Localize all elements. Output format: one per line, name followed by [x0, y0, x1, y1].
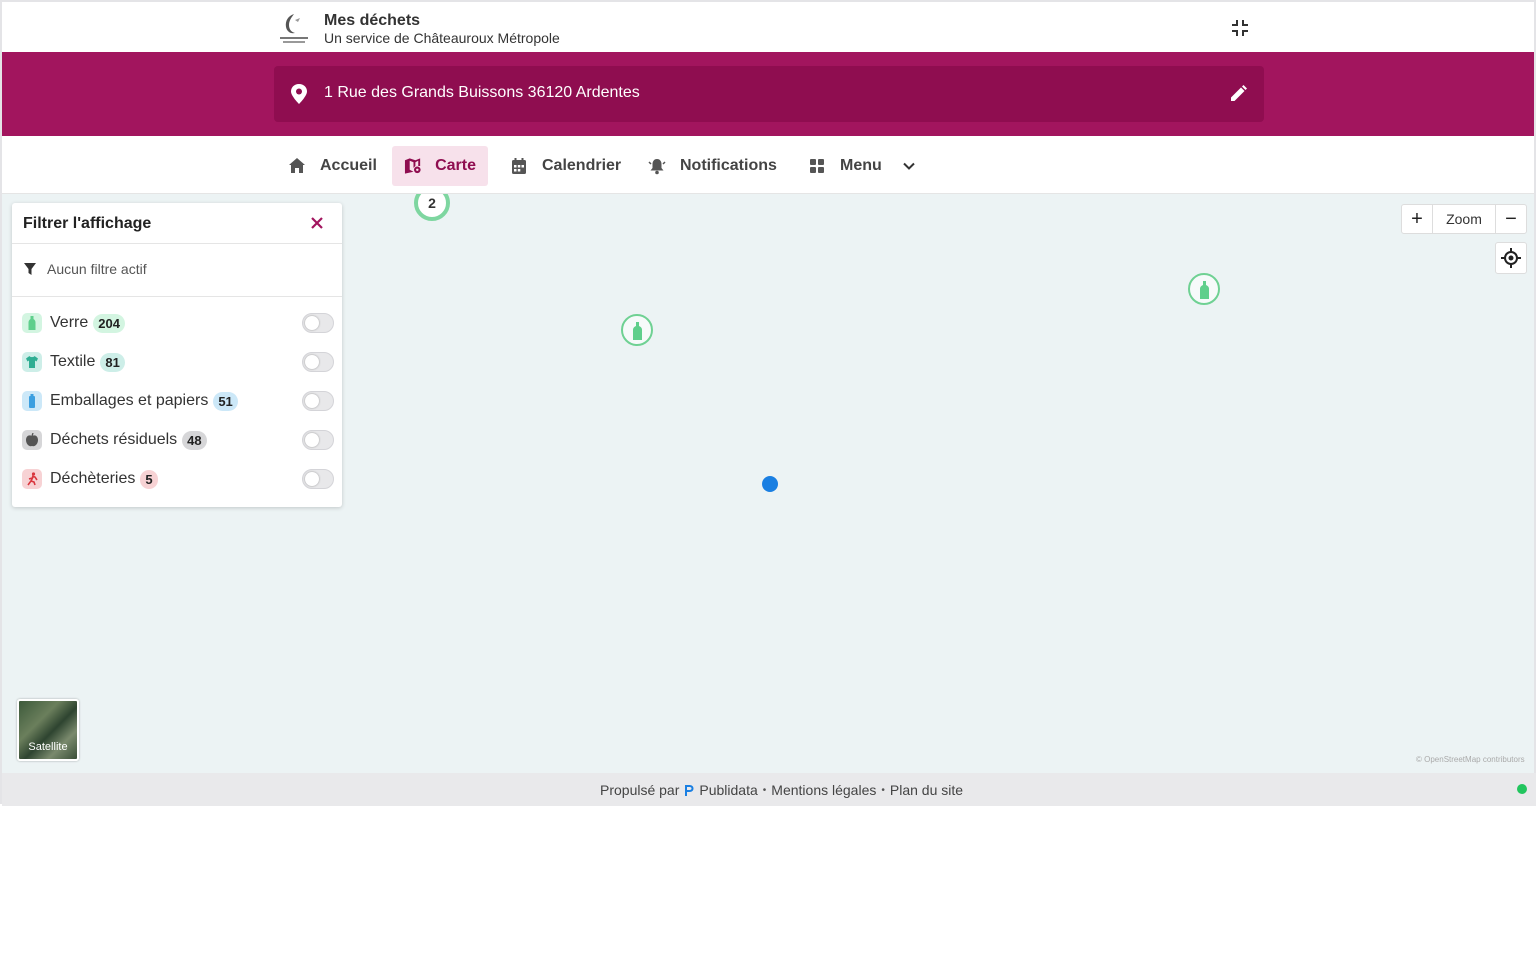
filter-panel-title: Filtrer l'affichage	[23, 215, 152, 232]
category-count-badge: 81	[100, 352, 125, 372]
address-text: 1 Rue des Grands Buissons 36120 Ardentes	[324, 84, 640, 101]
address-selector[interactable]: 1 Rue des Grands Buissons 36120 Ardentes	[274, 66, 1264, 122]
sitemap-link[interactable]: Plan du site	[890, 782, 963, 798]
map-pin-icon	[404, 158, 421, 174]
category-icon-wrap	[22, 469, 42, 489]
recycling-center-icon	[27, 472, 38, 486]
grid-icon	[810, 159, 824, 173]
crosshair-icon	[1501, 248, 1521, 268]
category-dechets-residuels: Déchets résiduels 48	[22, 427, 334, 453]
category-label: Textile	[50, 353, 96, 370]
publidata-link[interactable]: Publidata	[699, 782, 757, 798]
marker-cluster[interactable]: 2	[414, 194, 450, 221]
home-icon	[289, 158, 305, 173]
category-count-badge: 48	[182, 430, 207, 450]
nav-label: Accueil	[320, 157, 377, 174]
category-label: Verre	[50, 314, 89, 331]
nav-item-carte[interactable]: Carte	[392, 146, 488, 186]
category-toggle-verre[interactable]	[302, 313, 334, 333]
footer-separator: •	[762, 784, 767, 796]
close-icon[interactable]	[308, 214, 326, 232]
satellite-layer-toggle[interactable]: Satellite	[17, 699, 79, 761]
zoom-out-button[interactable]: −	[1496, 205, 1526, 233]
category-icon-wrap	[22, 391, 42, 411]
category-decheteries: Déchèteries 5	[22, 466, 334, 492]
footer-links: Propulsé par Publidata • Mentions légale…	[600, 782, 963, 798]
app-title: Mes déchets	[324, 12, 421, 29]
main-navigation: Accueil Carte Calendrier Notifications M…	[2, 136, 1534, 194]
tshirt-icon	[26, 356, 38, 368]
address-band: 1 Rue des Grands Buissons 36120 Ardentes	[2, 52, 1534, 136]
zoom-label: Zoom	[1432, 205, 1496, 233]
divider	[12, 296, 342, 297]
filter-status-text: Aucun filtre actif	[47, 261, 147, 277]
category-toggle-textile[interactable]	[302, 352, 334, 372]
current-location-dot	[762, 476, 778, 492]
status-indicator	[1517, 784, 1527, 794]
apple-core-icon	[26, 433, 38, 447]
nav-item-notifications[interactable]: Notifications	[636, 146, 789, 186]
category-count-badge: 51	[213, 391, 238, 411]
calendar-icon	[512, 158, 526, 174]
locate-me-button[interactable]	[1495, 242, 1527, 274]
category-label: Déchets résiduels	[50, 431, 178, 448]
satellite-label: Satellite	[28, 741, 68, 753]
filter-panel-header: Filtrer l'affichage	[12, 203, 342, 244]
funnel-icon	[24, 263, 36, 275]
top-bar: Mes déchets Un service de Châteauroux Mé…	[2, 2, 1534, 52]
filter-panel: Filtrer l'affichage Aucun filtre actif V…	[12, 203, 342, 507]
filter-status: Aucun filtre actif	[23, 261, 147, 277]
map-attribution: © OpenStreetMap contributors	[1416, 755, 1525, 764]
location-pin-icon	[291, 84, 307, 104]
category-verre: Verre 204	[22, 310, 334, 336]
category-toggle-decheteries[interactable]	[302, 469, 334, 489]
category-icon-wrap	[22, 313, 42, 333]
nav-label: Carte	[435, 157, 476, 174]
category-emballages: Emballages et papiers 51	[22, 388, 334, 414]
nav-item-calendrier[interactable]: Calendrier	[498, 146, 633, 186]
category-icon-wrap	[22, 352, 42, 372]
collapse-icon[interactable]	[1228, 16, 1252, 40]
glass-container-marker[interactable]	[621, 314, 653, 346]
category-label: Déchèteries	[50, 470, 136, 487]
nav-item-accueil[interactable]: Accueil	[276, 146, 389, 186]
packaging-icon	[29, 394, 35, 408]
chateauroux-logo-icon	[280, 14, 308, 43]
zoom-in-button[interactable]: +	[1402, 205, 1432, 233]
nav-label: Menu	[840, 157, 882, 174]
bottle-icon	[633, 322, 642, 340]
category-count-badge: 204	[93, 313, 125, 333]
legal-link[interactable]: Mentions légales	[771, 782, 876, 798]
glass-container-marker[interactable]	[1188, 273, 1220, 305]
footer-separator: •	[881, 784, 885, 796]
nav-label: Notifications	[680, 157, 777, 174]
nav-item-menu[interactable]: Menu	[796, 146, 928, 186]
zoom-control: + Zoom −	[1401, 204, 1527, 234]
chevron-down-icon	[903, 162, 915, 170]
edit-pencil-icon[interactable]	[1228, 84, 1248, 104]
bottle-icon	[1200, 281, 1209, 299]
powered-by-text: Propulsé par	[600, 782, 680, 798]
nav-label: Calendrier	[542, 157, 622, 174]
category-icon-wrap	[22, 430, 42, 450]
bell-icon	[648, 159, 666, 175]
app-subtitle: Un service de Châteauroux Métropole	[324, 30, 560, 46]
publidata-logo-icon	[685, 785, 694, 796]
category-textile: Textile 81	[22, 349, 334, 375]
footer: Propulsé par Publidata • Mentions légale…	[2, 773, 1536, 806]
category-label: Emballages et papiers	[50, 392, 209, 409]
category-toggle-dechets-residuels[interactable]	[302, 430, 334, 450]
category-count-badge: 5	[140, 469, 158, 489]
bottle-icon	[28, 316, 36, 330]
category-toggle-emballages[interactable]	[302, 391, 334, 411]
